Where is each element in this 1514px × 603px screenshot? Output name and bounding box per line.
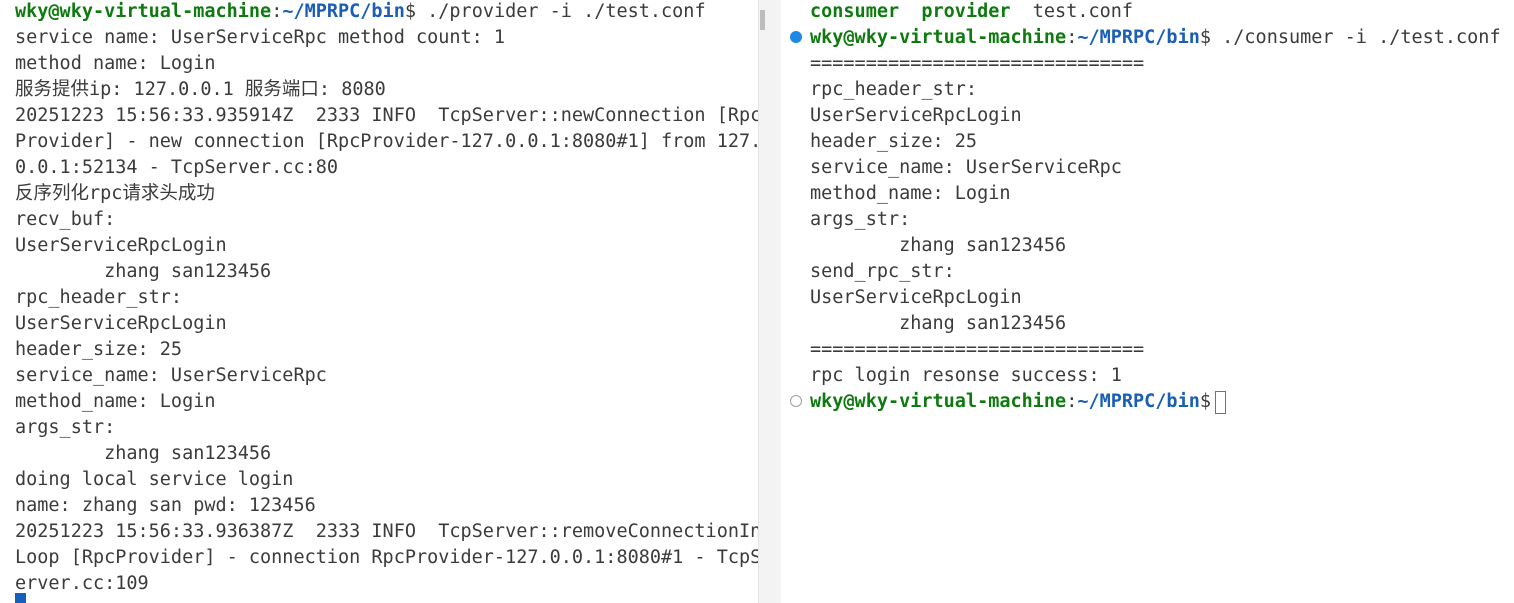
- output-line: zhang san123456: [15, 261, 272, 282]
- output-line: Provider] - new connection [RpcProvider-…: [15, 131, 758, 152]
- command-pending-dot-icon[interactable]: [790, 395, 802, 407]
- prompt-suffix: $: [1199, 391, 1211, 412]
- output-line: Loop [RpcProvider] - connection RpcProvi…: [15, 547, 758, 568]
- prompt-command: ./consumer -i ./test.conf: [1211, 27, 1501, 48]
- prompt-command: ./provider -i ./test.conf: [416, 1, 706, 22]
- output-line: erver.cc:109: [15, 573, 149, 594]
- prompt-separator: :: [1066, 27, 1078, 48]
- consumer-prompt-line-2: wky@wky-virtual-machine:~/MPRPC/bin$: [810, 389, 1226, 415]
- output-line: service name: UserServiceRpc method coun…: [15, 27, 506, 48]
- output-line: 服务提供ip: 127.0.0.1 服务端口: 8080: [15, 79, 386, 100]
- output-line: doing local service login: [15, 469, 294, 490]
- scrollbar-thumb[interactable]: [760, 10, 765, 30]
- output-line: args_str:: [810, 209, 911, 230]
- output-line: send_rpc_str:: [810, 261, 955, 282]
- output-line: header_size: 25: [810, 131, 978, 152]
- output-line: UserServiceRpcLogin: [15, 313, 227, 334]
- output-line: UserServiceRpcLogin: [810, 105, 1022, 126]
- ls-entry: provider: [921, 1, 1011, 22]
- command-success-dot-icon[interactable]: [790, 31, 802, 43]
- output-line: 反序列化rpc请求头成功: [15, 183, 215, 204]
- terminal-cursor[interactable]: [1215, 390, 1226, 414]
- output-line: rpc_header_str:: [810, 79, 978, 100]
- prompt-suffix: $: [404, 1, 416, 22]
- output-line: method_name: Login: [15, 391, 216, 412]
- terminal-cursor: [15, 593, 26, 603]
- prompt-path: ~/MPRPC/bin: [1077, 391, 1200, 412]
- output-line: ==============================: [810, 339, 1145, 360]
- output-line: rpc login resonse success: 1: [810, 365, 1122, 386]
- output-line: zhang san123456: [15, 443, 272, 464]
- output-line: UserServiceRpcLogin: [810, 287, 1022, 308]
- output-line: method name: Login: [15, 53, 216, 74]
- output-line: service_name: UserServiceRpc: [810, 157, 1122, 178]
- ls-output-line: consumer provider test.conf: [810, 0, 1133, 25]
- output-line: recv_buf:: [15, 209, 116, 230]
- prompt-separator: :: [271, 1, 283, 22]
- output-line: 20251223 15:56:33.936387Z 2333 INFO TcpS…: [15, 521, 758, 542]
- output-line: UserServiceRpcLogin: [15, 235, 227, 256]
- prompt-path: ~/MPRPC/bin: [282, 1, 405, 22]
- output-line: method_name: Login: [810, 183, 1011, 204]
- output-line: ==============================: [810, 53, 1145, 74]
- output-line: 0.0.1:52134 - TcpServer.cc:80: [15, 157, 339, 178]
- consumer-terminal-pane[interactable]: consumer provider test.conf wky@wky-virt…: [780, 0, 1514, 603]
- provider-prompt-line: wky@wky-virtual-machine:~/MPRPC/bin$ ./p…: [15, 0, 706, 25]
- provider-terminal-pane[interactable]: wky@wky-virtual-machine:~/MPRPC/bin$ ./p…: [0, 0, 758, 603]
- ls-entry: consumer: [810, 1, 900, 22]
- prompt-user: wky@wky-virtual-machine: [810, 27, 1067, 48]
- output-line: name: zhang san pwd: 123456: [15, 495, 316, 516]
- prompt-user: wky@wky-virtual-machine: [810, 391, 1067, 412]
- output-line: args_str:: [15, 417, 116, 438]
- consumer-prompt-line: wky@wky-virtual-machine:~/MPRPC/bin$ ./c…: [810, 25, 1501, 51]
- ls-entry: test.conf: [1032, 1, 1134, 22]
- prompt-path: ~/MPRPC/bin: [1077, 27, 1200, 48]
- prompt-user: wky@wky-virtual-machine: [15, 1, 272, 22]
- pane-divider[interactable]: [758, 0, 781, 603]
- output-line: rpc_header_str:: [15, 287, 183, 308]
- prompt-suffix: $: [1199, 27, 1211, 48]
- output-line: zhang san123456: [810, 235, 1067, 256]
- output-line: 20251223 15:56:33.935914Z 2333 INFO TcpS…: [15, 105, 758, 126]
- output-line: zhang san123456: [810, 313, 1067, 334]
- output-line: service_name: UserServiceRpc: [15, 365, 327, 386]
- output-line: header_size: 25: [15, 339, 183, 360]
- prompt-separator: :: [1066, 391, 1078, 412]
